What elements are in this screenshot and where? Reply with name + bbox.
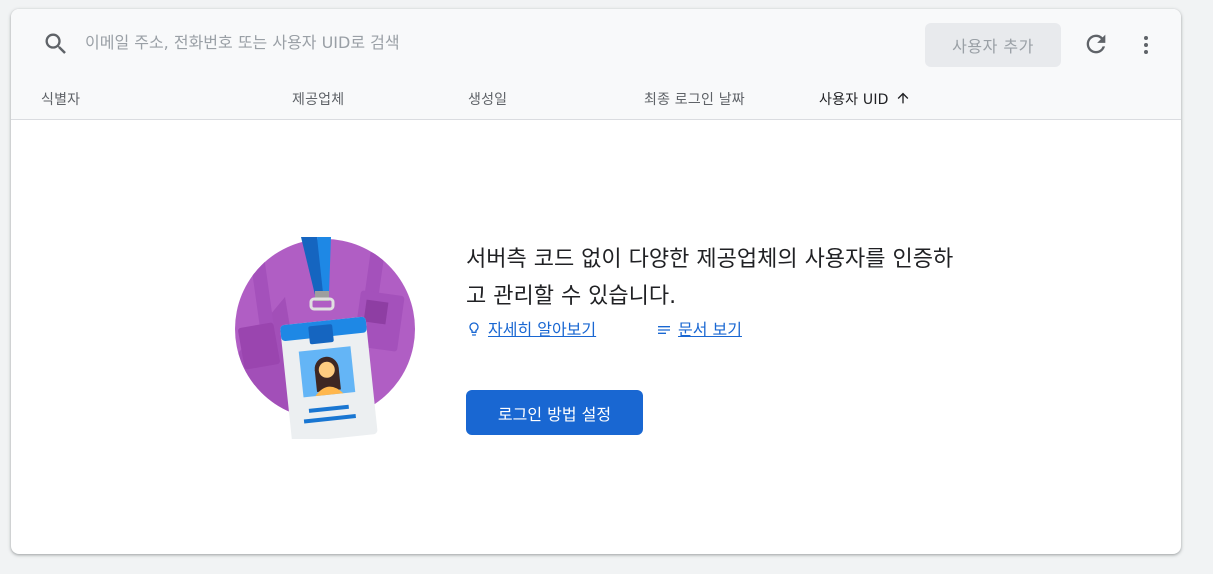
column-provider[interactable]: 제공업체 bbox=[292, 89, 344, 109]
empty-state-title: 서버측 코드 없이 다양한 제공업체의 사용자를 인증하고 관리할 수 있습니다… bbox=[466, 247, 954, 309]
sort-ascending-icon bbox=[897, 92, 908, 104]
add-user-button[interactable]: 사용자 추가 bbox=[925, 23, 1061, 67]
search-input[interactable] bbox=[85, 27, 605, 57]
lightbulb-icon bbox=[469, 322, 479, 336]
users-toolbar: 사용자 추가 식별자 제공업체 생성일 최종 로그인 날짜 사용자 UID bbox=[11, 9, 1181, 120]
column-user-uid-label: 사용자 UID bbox=[819, 92, 889, 108]
search-icon[interactable] bbox=[42, 30, 70, 58]
column-identifier[interactable]: 식별자 bbox=[41, 89, 80, 109]
view-docs-link[interactable]: 문서 보기 bbox=[656, 316, 742, 340]
column-created[interactable]: 생성일 bbox=[468, 89, 507, 109]
setup-sign-in-method-button[interactable]: 로그인 방법 설정 bbox=[466, 390, 643, 435]
more-vert-icon[interactable] bbox=[1134, 33, 1158, 57]
id-badge-illustration bbox=[235, 237, 415, 439]
learn-more-label: 자세히 알아보기 bbox=[488, 320, 597, 339]
users-panel: 사용자 추가 식별자 제공업체 생성일 최종 로그인 날짜 사용자 UID bbox=[11, 9, 1181, 554]
column-last-sign-in[interactable]: 최종 로그인 날짜 bbox=[644, 89, 745, 109]
learn-more-link[interactable]: 자세히 알아보기 bbox=[466, 316, 596, 340]
refresh-icon[interactable] bbox=[1082, 30, 1110, 58]
view-docs-label: 문서 보기 bbox=[678, 320, 742, 339]
notes-icon bbox=[658, 326, 670, 334]
column-user-uid[interactable]: 사용자 UID bbox=[819, 89, 911, 109]
